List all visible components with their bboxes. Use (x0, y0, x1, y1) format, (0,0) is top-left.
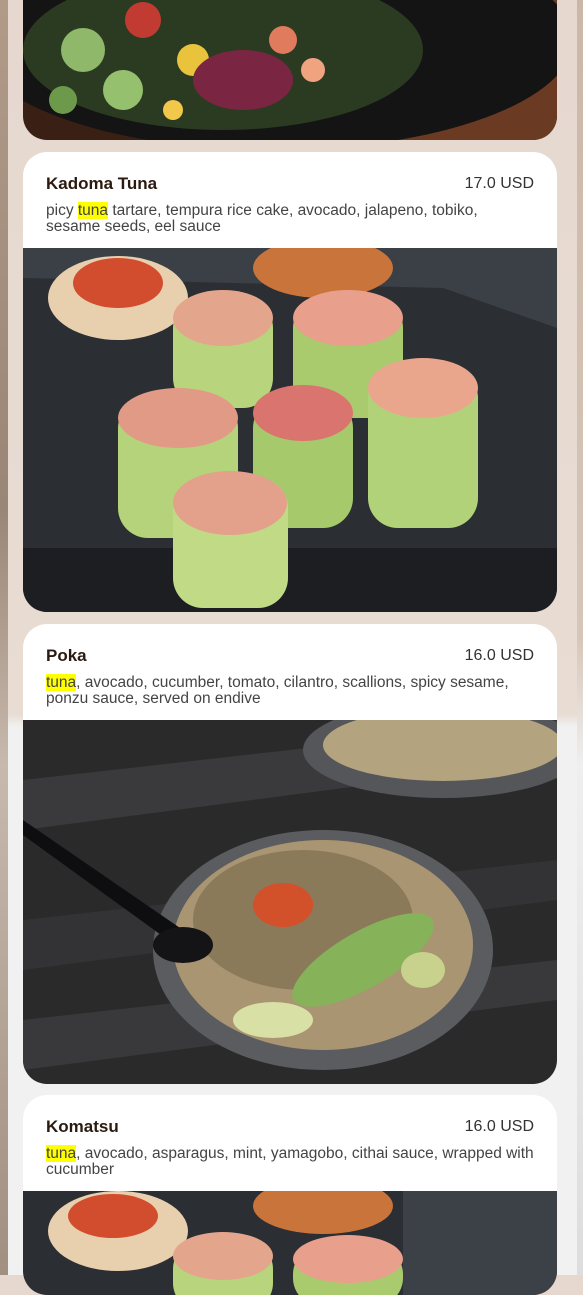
item-description: tuna, avocado, asparagus, mint, yamagobo… (46, 1145, 534, 1178)
item-description: tuna, avocado, cucumber, tomato, cilantr… (46, 674, 509, 707)
item-photo[interactable] (23, 248, 557, 612)
search-highlight: tuna (77, 202, 109, 219)
menu-item-header: Komatsu 16.0 USD tuna, avocado, asparagu… (23, 1095, 557, 1191)
menu-item-card[interactable]: Komatsu 16.0 USD tuna, avocado, asparagu… (23, 1095, 557, 1295)
item-price: 17.0 USD (464, 175, 534, 192)
item-name: Kadoma Tuna (46, 174, 158, 193)
menu-item-card[interactable]: Kadoma Tuna 17.0 USD picy tuna tartare, … (23, 152, 557, 612)
item-name: Poka (46, 646, 87, 665)
previous-item-photo[interactable] (23, 0, 557, 140)
item-description: picy tuna tartare, tempura rice cake, av… (46, 202, 478, 235)
item-price: 16.0 USD (464, 647, 534, 664)
menu-item-header: Poka 16.0 USD tuna, avocado, cucumber, t… (23, 624, 557, 720)
item-photo[interactable] (23, 1191, 557, 1295)
background-edge-right (577, 0, 583, 1275)
item-price: 16.0 USD (464, 1118, 534, 1135)
menu-item-card[interactable]: Poka 16.0 USD tuna, avocado, cucumber, t… (23, 624, 557, 1084)
menu-item-header: Kadoma Tuna 17.0 USD picy tuna tartare, … (23, 152, 557, 248)
background-edge-left (0, 0, 8, 1275)
item-name: Komatsu (46, 1117, 119, 1136)
item-photo[interactable] (23, 720, 557, 1084)
search-highlight: tuna (46, 674, 77, 691)
search-highlight: tuna (46, 1145, 77, 1162)
